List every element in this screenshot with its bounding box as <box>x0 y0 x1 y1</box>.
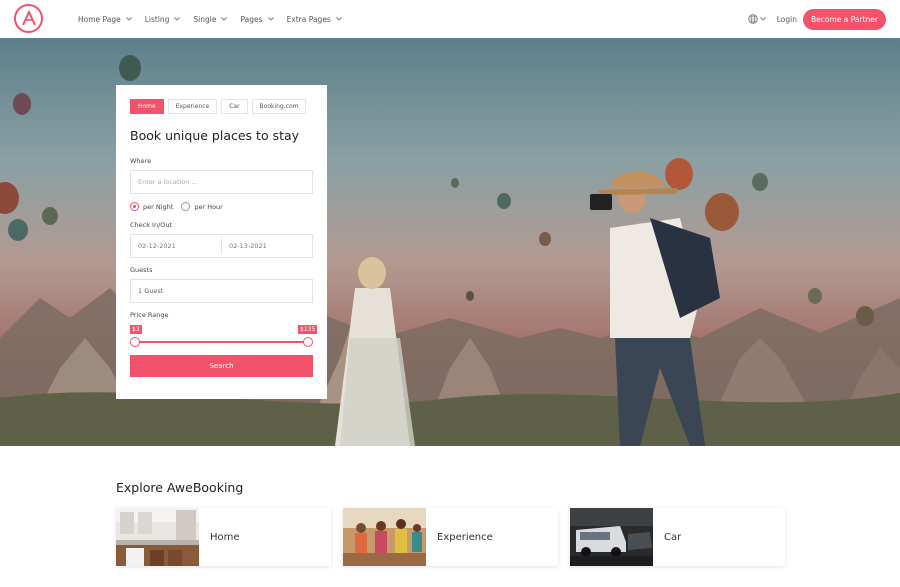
menu-label: Single <box>193 14 217 24</box>
tile-label: Car <box>664 531 682 543</box>
explore-tile-home[interactable]: Home <box>116 508 331 566</box>
tab-home[interactable]: Home <box>130 99 164 114</box>
van-photo <box>570 508 653 566</box>
chevron-down-icon <box>759 17 766 21</box>
explore-tile-car[interactable]: Car <box>570 508 785 566</box>
chevron-down-icon <box>267 17 274 21</box>
language-selector[interactable] <box>748 14 766 24</box>
kitchen-photo <box>116 508 199 566</box>
tab-car[interactable]: Car <box>221 99 248 114</box>
radio-label: per Night <box>143 202 174 211</box>
explore-tile-experience[interactable]: Experience <box>343 508 558 566</box>
radio-dot <box>130 202 139 211</box>
top-navbar: Home Page Listing Single Pages Extra Pag… <box>0 0 900 38</box>
checkin-date-input[interactable]: 02-12-2021 <box>131 235 221 257</box>
search-tabs: Home Experience Car Booking.com <box>130 99 310 114</box>
become-partner-button[interactable]: Become a Partner <box>802 8 886 30</box>
where-label: Where <box>130 157 152 165</box>
nav-actions: Login Become a Partner <box>748 0 886 38</box>
checkout-date-input[interactable]: 02-13-2021 <box>222 235 312 257</box>
chevron-down-icon <box>125 17 132 21</box>
search-button[interactable]: Search <box>130 355 313 377</box>
login-link[interactable]: Login <box>777 15 797 24</box>
menu-label: Pages <box>240 14 263 24</box>
menu-single[interactable]: Single <box>193 14 228 24</box>
guests-label: Guests <box>130 266 153 274</box>
main-menu: Home Page Listing Single Pages Extra Pag… <box>78 0 355 38</box>
explore-heading: Explore AweBooking <box>116 480 244 495</box>
guests-select[interactable]: 1 Guest <box>130 279 313 303</box>
menu-label: Extra Pages <box>286 14 331 24</box>
menu-label: Home Page <box>78 14 121 24</box>
chevron-down-icon <box>174 17 181 21</box>
price-min-badge: $3 <box>130 325 142 334</box>
tile-label: Experience <box>437 531 493 543</box>
tab-booking-com[interactable]: Booking.com <box>251 99 307 114</box>
brand-logo[interactable] <box>14 4 43 33</box>
menu-extra-pages[interactable]: Extra Pages <box>287 15 342 24</box>
people-photo <box>343 508 426 566</box>
location-input[interactable]: Enter a location ... <box>130 170 313 194</box>
radio-dot <box>181 202 191 211</box>
chevron-down-icon <box>221 17 228 21</box>
search-card: Home Experience Car Booking.com Book uni… <box>116 85 327 399</box>
radio-label: per Hour <box>194 202 223 211</box>
radio-per-night[interactable]: per Night <box>130 202 173 211</box>
rate-type-group: per Night per Hour <box>130 202 231 211</box>
hero-banner: Home Experience Car Booking.com Book uni… <box>0 38 900 446</box>
price-max-handle[interactable] <box>303 337 313 347</box>
price-range-label: Price Range <box>130 311 169 319</box>
radio-per-hour[interactable]: per Hour <box>181 202 223 211</box>
tile-label: Home <box>210 531 240 543</box>
date-range-field: 02-12-2021 02-13-2021 <box>130 234 313 258</box>
checkin-label: Check In/Out <box>130 221 173 229</box>
menu-home-page[interactable]: Home Page <box>78 15 132 24</box>
price-max-badge: $135 <box>298 325 318 334</box>
logo-a-icon <box>21 9 36 25</box>
menu-listing[interactable]: Listing <box>145 15 181 24</box>
price-slider-track[interactable] <box>135 341 308 343</box>
tab-experience[interactable]: Experience <box>167 99 218 114</box>
chevron-down-icon <box>335 17 342 21</box>
globe-icon <box>748 14 758 24</box>
price-min-handle[interactable] <box>130 337 140 347</box>
menu-pages[interactable]: Pages <box>240 14 274 24</box>
search-title: Book unique places to stay <box>130 128 300 143</box>
menu-label: Listing <box>144 14 170 24</box>
